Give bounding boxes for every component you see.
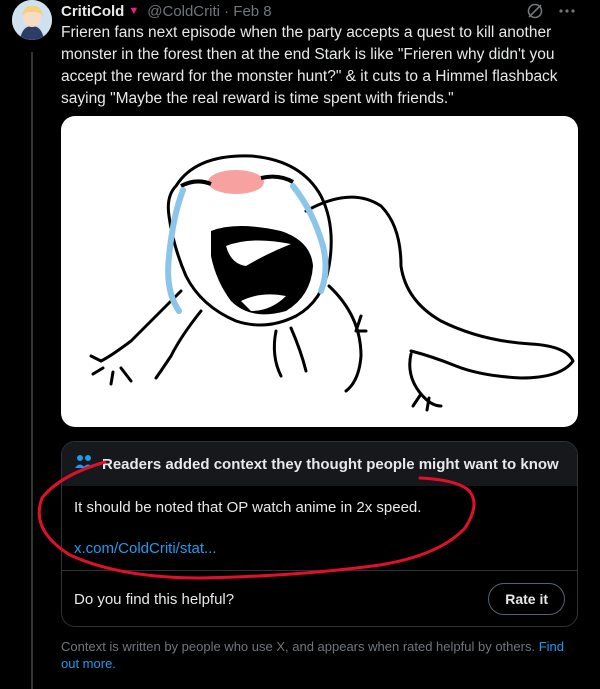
- avatar[interactable]: [12, 0, 52, 40]
- note-rating-row: Do you find this helpful? Rate it: [74, 571, 565, 626]
- rate-it-button[interactable]: Rate it: [488, 583, 565, 615]
- thread-line: [31, 52, 33, 689]
- display-name[interactable]: CritiCold: [61, 3, 124, 20]
- disclaimer-text: Context is written by people who use X, …: [61, 639, 536, 654]
- people-icon: [74, 453, 102, 475]
- note-text: It should be noted that OP watch anime i…: [74, 499, 422, 516]
- note-header: Readers added context they thought peopl…: [62, 442, 577, 486]
- note-header-text: Readers added context they thought peopl…: [102, 455, 559, 473]
- post-image[interactable]: [61, 116, 578, 427]
- red-heart-icon: ▼: [128, 5, 140, 17]
- note-disclaimer: Context is written by people who use X, …: [61, 638, 571, 672]
- post-header: CritiCold ▼ @ColdCriti · Feb 8: [61, 0, 272, 22]
- community-note: Readers added context they thought peopl…: [61, 441, 578, 627]
- handle-and-timestamp[interactable]: @ColdCriti · Feb 8: [147, 3, 271, 20]
- helpful-question: Do you find this helpful?: [74, 590, 235, 608]
- post-text: Frieren fans next episode when the party…: [61, 24, 558, 107]
- note-source-link[interactable]: x.com/ColdCriti/stat...: [74, 540, 565, 557]
